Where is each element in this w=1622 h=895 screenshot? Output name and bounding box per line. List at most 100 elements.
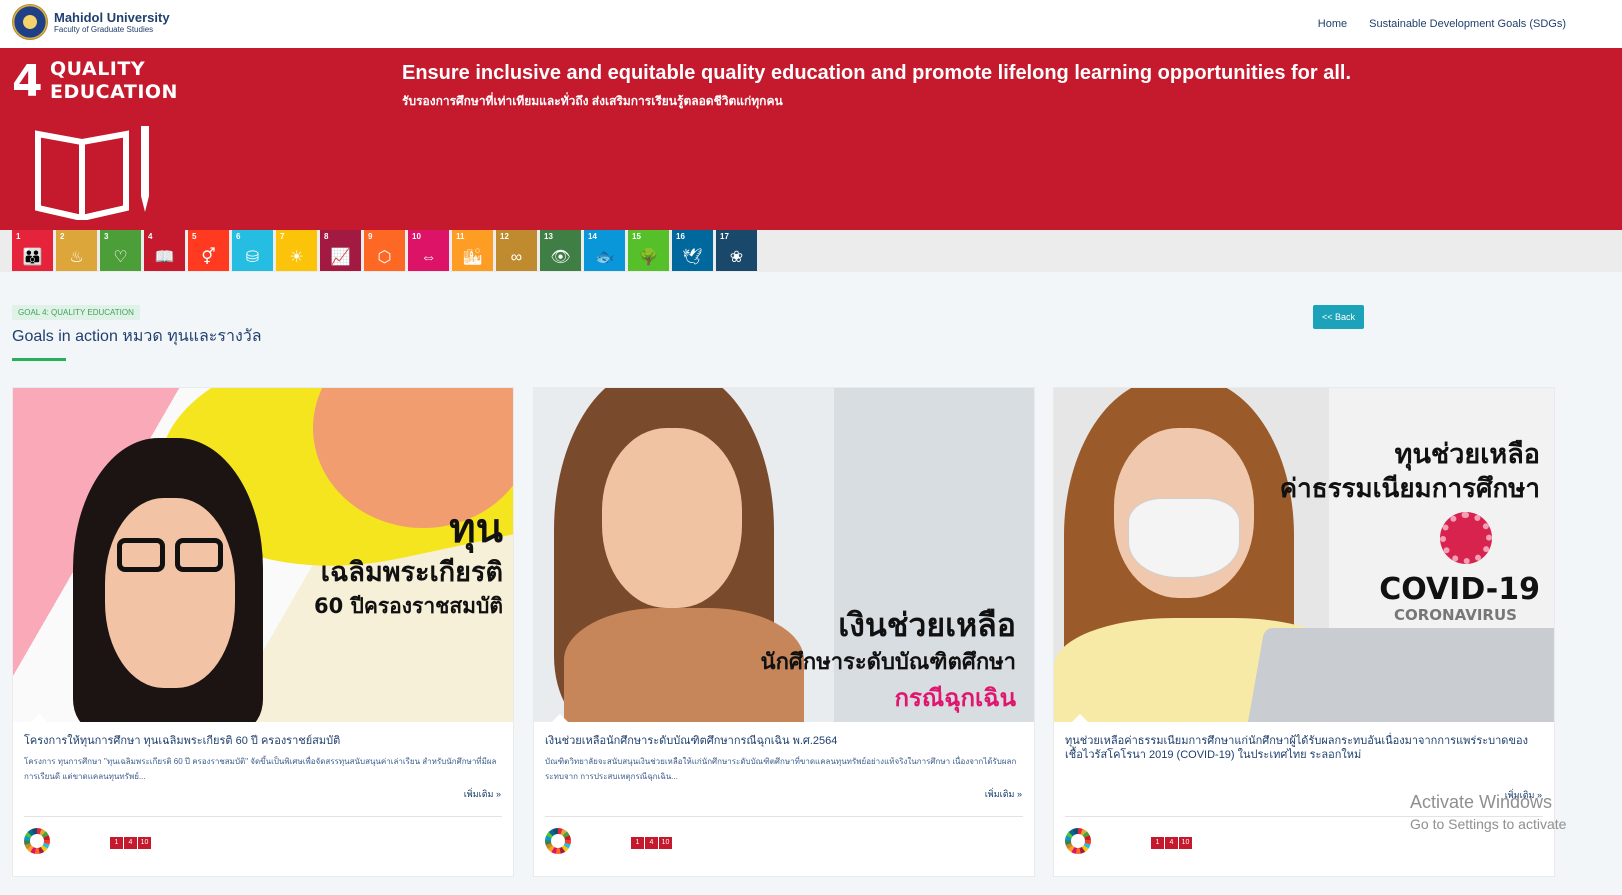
sdg-tag[interactable]: 10 xyxy=(1179,837,1192,849)
sdg-tag[interactable]: 1 xyxy=(631,837,644,849)
sdg-goal-icon: 👪 xyxy=(22,249,43,266)
overlay-covid: COVID-19 xyxy=(1379,572,1540,607)
sdg-tile-6[interactable]: 6 ⛁ xyxy=(232,230,273,271)
section-title: Goals in action หมวด ทุนและรางวัล xyxy=(12,328,262,345)
card-image[interactable]: ทุนช่วยเหลือ ค่าธรรมเนียมการศึกษา COVID-… xyxy=(1054,388,1554,722)
sdg-goal-icon: ⬡ xyxy=(377,249,392,266)
sdg-tile-10[interactable]: 10 ⇔ xyxy=(408,230,449,271)
sdg-goal-icon: ❀ xyxy=(729,249,744,266)
sdg-goal-icon: ⛁ xyxy=(245,249,260,266)
hero-title-th: รับรองการศึกษาที่เท่าเทียมและทั่วถึง ส่ง… xyxy=(402,94,783,108)
overlay-line-3: 60 ปีครองราชสมบัติ xyxy=(313,594,503,618)
hero-title-en: Ensure inclusive and equitable quality e… xyxy=(402,62,1352,84)
sdg-tile-12[interactable]: 12 ∞ xyxy=(496,230,537,271)
sdg-tile-number: 4 xyxy=(148,232,153,241)
sdg-tile-number: 7 xyxy=(280,232,285,241)
sdg-tile-number: 5 xyxy=(192,232,197,241)
open-book-pencil-icon xyxy=(35,126,149,220)
card-title[interactable]: โครงการให้ทุนการศึกษา ทุนเฉลิมพระเกียรติ… xyxy=(24,734,502,748)
university-seal-icon xyxy=(12,4,48,40)
sdg-tag[interactable]: 1 xyxy=(110,837,123,849)
card-description: โครงการ ทุนการศึกษา "ทุนเฉลิมพระเกียรติ … xyxy=(24,757,497,781)
overlay-line-2: นักศึกษาระดับบัณฑิตศึกษา xyxy=(760,650,1016,675)
sdg-tag[interactable]: 4 xyxy=(124,837,137,849)
sdg-tile-2[interactable]: 2 ♨ xyxy=(56,230,97,271)
sdg-tile-5[interactable]: 5 ⚥ xyxy=(188,230,229,271)
sdg-tile-11[interactable]: 11 🏙 xyxy=(452,230,493,271)
university-logo[interactable]: Mahidol University Faculty of Graduate S… xyxy=(12,4,170,40)
sdg-tile-list: 1 👪 2 ♨ 3 ♡ 4 📖 5 ⚥ 6 ⛁ 7 ☀ 8 📈 9 ⬡ 10 ⇔ 11 🏙 12 ∞ 13 👁 14 🐟 15 🌳 16 🕊 1… xyxy=(12,230,757,271)
sdg-goal-icon: 🌳 xyxy=(638,249,659,266)
card-image[interactable]: เงินช่วยเหลือ นักศึกษาระดับบัณฑิตศึกษา ก… xyxy=(534,388,1034,722)
sdg-tile-16[interactable]: 16 🕊 xyxy=(672,230,713,271)
sdg-tile-1[interactable]: 1 👪 xyxy=(12,230,53,271)
sdg-tile-number: 17 xyxy=(720,232,729,241)
sdg-goal-icon: 👁 xyxy=(550,249,571,266)
sdg-tile-13[interactable]: 13 👁 xyxy=(540,230,581,271)
back-button[interactable]: << Back xyxy=(1313,305,1364,329)
divider xyxy=(545,816,1023,817)
sdg-tile-number: 8 xyxy=(324,232,329,241)
nav-home[interactable]: Home xyxy=(1318,18,1347,30)
logo-subtitle: Faculty of Graduate Studies xyxy=(54,24,154,34)
overlay-line-2: ค่าธรรมเนียมการศึกษา xyxy=(1279,474,1540,504)
sdg-tile-number: 10 xyxy=(412,232,421,241)
sdg-tile-9[interactable]: 9 ⬡ xyxy=(364,230,405,271)
sdg-goal-icon: ♨ xyxy=(69,249,84,266)
sdg-tag[interactable]: 10 xyxy=(659,837,672,849)
sdg-goals-strip: 1 👪 2 ♨ 3 ♡ 4 📖 5 ⚥ 6 ⛁ 7 ☀ 8 📈 9 ⬡ 10 ⇔ 11 🏙 12 ∞ 13 👁 14 🐟 15 🌳 16 🕊 1… xyxy=(0,230,1622,272)
title-underline xyxy=(12,358,66,361)
read-more-link[interactable]: เพิ่มเติม » xyxy=(464,787,501,801)
logo-title: Mahidol University xyxy=(54,9,170,25)
goal-number: 4 xyxy=(12,56,43,107)
sdg-tile-number: 6 xyxy=(236,232,241,241)
sdg-tag[interactable]: 4 xyxy=(1165,837,1178,849)
sdg-tile-number: 1 xyxy=(16,232,21,241)
card-image[interactable]: ทุน เฉลิมพระเกียรติ 60 ปีครองราชสมบัติ xyxy=(13,388,513,722)
card-emergency-aid[interactable]: เงินช่วยเหลือ นักศึกษาระดับบัณฑิตศึกษา ก… xyxy=(533,387,1035,877)
sdg-tag[interactable]: 4 xyxy=(645,837,658,849)
goal-badge: GOAL 4: QUALITY EDUCATION xyxy=(12,305,140,320)
sdg-tile-7[interactable]: 7 ☀ xyxy=(276,230,317,271)
sdg-tile-number: 12 xyxy=(500,232,509,241)
sdg-tag[interactable]: 1 xyxy=(1151,837,1164,849)
sdg-tile-number: 15 xyxy=(632,232,641,241)
sdg-tile-3[interactable]: 3 ♡ xyxy=(100,230,141,271)
sdg-tile-15[interactable]: 15 🌳 xyxy=(628,230,669,271)
nav-sdgs[interactable]: Sustainable Development Goals (SDGs) xyxy=(1369,18,1566,30)
sdg-tile-number: 14 xyxy=(588,232,597,241)
sdg-goal-icon: ⚥ xyxy=(201,249,216,266)
sdg-tile-4[interactable]: 4 📖 xyxy=(144,230,185,271)
card-title[interactable]: เงินช่วยเหลือนักศึกษาระดับบัณฑิตศึกษากรณ… xyxy=(545,734,1023,748)
sdg-goal-icon: ∞ xyxy=(510,249,523,266)
sdg-goal-icon: 🕊 xyxy=(682,249,703,266)
main-nav: Home Sustainable Development Goals (SDGs… xyxy=(1318,18,1566,30)
sdg-tile-number: 3 xyxy=(104,232,109,241)
read-more-link[interactable]: เพิ่มเติม » xyxy=(985,787,1022,801)
sdg-tile-number: 16 xyxy=(676,232,685,241)
sdg-tile-number: 2 xyxy=(60,232,65,241)
sdg-goal-icon: 🏙 xyxy=(462,249,483,266)
goal-hero-banner: 4 QUALITY EDUCATION Ensure inclusive and… xyxy=(0,48,1622,230)
goal-name: QUALITY EDUCATION xyxy=(50,58,178,103)
sdg-goal-icon: ☀ xyxy=(289,249,304,266)
divider xyxy=(24,816,502,817)
top-header: Mahidol University Faculty of Graduate S… xyxy=(0,0,1622,48)
sdg-tile-8[interactable]: 8 📈 xyxy=(320,230,361,271)
sdg-tag-list: 1 4 10 xyxy=(631,837,672,849)
sdg-tag[interactable]: 10 xyxy=(138,837,151,849)
card-title[interactable]: ทุนช่วยเหลือค่าธรรมเนียมการศึกษาแก่นักศึ… xyxy=(1065,734,1543,762)
sdg-wheel-icon xyxy=(545,828,571,854)
sdg-wheel-icon xyxy=(24,828,50,854)
sdg-tile-14[interactable]: 14 🐟 xyxy=(584,230,625,271)
overlay-line-2: เฉลิมพระเกียรติ xyxy=(320,557,503,588)
overlay-coronavirus: CORONAVIRUS xyxy=(1394,606,1517,624)
sdg-wheel-icon xyxy=(1065,828,1091,854)
sdg-goal-icon: 📖 xyxy=(154,249,175,266)
sdg-tile-17[interactable]: 17 ❀ xyxy=(716,230,757,271)
card-scholarship-60-years[interactable]: ทุน เฉลิมพระเกียรติ 60 ปีครองราชสมบัติ โ… xyxy=(12,387,514,877)
overlay-line-3: กรณีฉุกเฉิน xyxy=(894,684,1016,712)
sdg-goal-icon: 📈 xyxy=(330,249,351,266)
sdg-goal-icon: ♡ xyxy=(113,249,128,266)
sdg-tag-list: 1 4 10 xyxy=(1151,837,1192,849)
